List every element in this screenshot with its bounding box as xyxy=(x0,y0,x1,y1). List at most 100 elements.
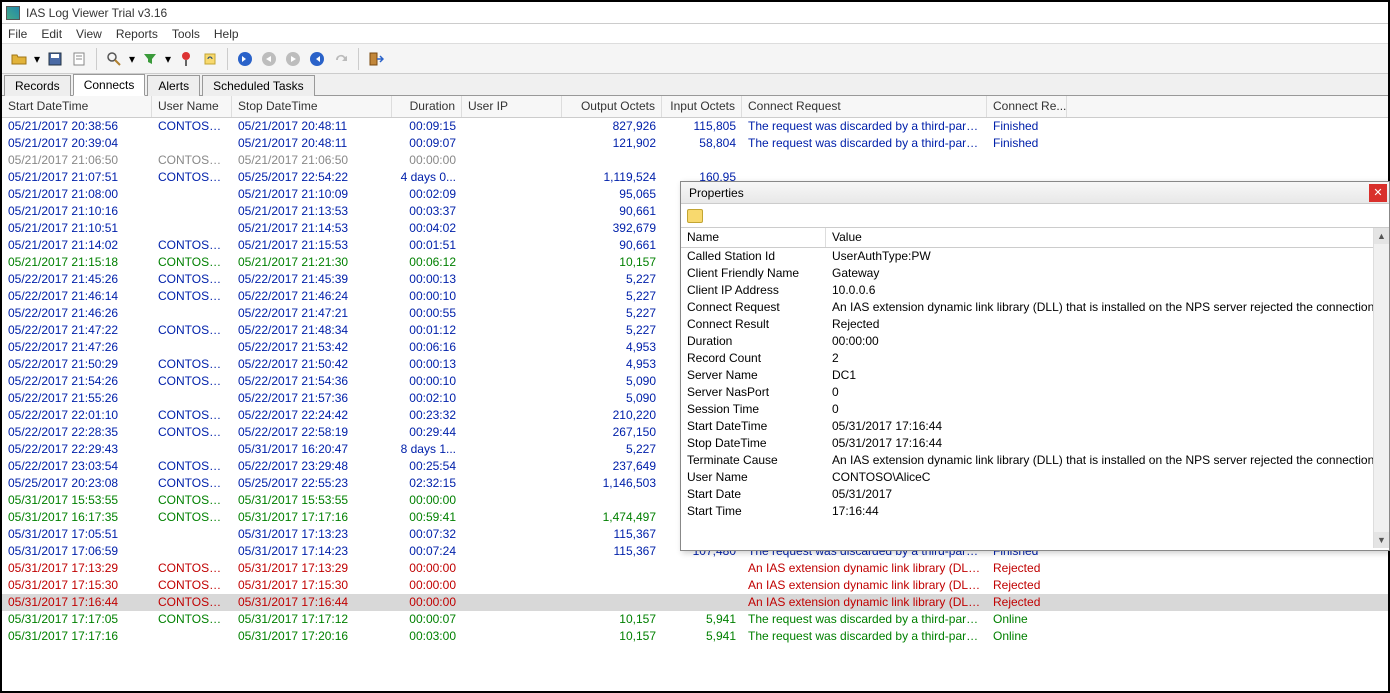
prop-col-value[interactable]: Value xyxy=(826,228,1389,247)
col-header[interactable]: Start DateTime xyxy=(2,96,152,117)
search-icon[interactable] xyxy=(103,48,125,70)
property-row[interactable]: Connect ResultRejected xyxy=(681,316,1389,333)
table-row[interactable]: 05/21/2017 20:38:56CONTOSO\AliceC05/21/2… xyxy=(2,118,1388,135)
refresh-icon[interactable] xyxy=(199,48,221,70)
tab-records[interactable]: Records xyxy=(4,75,71,96)
redo-icon[interactable] xyxy=(330,48,352,70)
menu-view[interactable]: View xyxy=(76,27,102,41)
save-icon[interactable] xyxy=(44,48,66,70)
cell xyxy=(462,288,562,305)
property-name: Duration xyxy=(681,333,826,350)
property-row[interactable]: Start DateTime05/31/2017 17:16:44 xyxy=(681,418,1389,435)
cell: Finished xyxy=(987,135,1067,152)
property-row[interactable]: Start Date05/31/2017 xyxy=(681,486,1389,503)
cell: 1,474,497 xyxy=(562,509,662,526)
menu-file[interactable]: File xyxy=(8,27,27,41)
menu-tools[interactable]: Tools xyxy=(172,27,200,41)
cell xyxy=(462,254,562,271)
cell: 05/21/2017 21:07:51 xyxy=(2,169,152,186)
prev-icon[interactable] xyxy=(258,48,280,70)
property-name: Called Station Id xyxy=(681,248,826,265)
cell: CONTOSO\AliceC xyxy=(152,492,232,509)
properties-titlebar[interactable]: Properties ✕ xyxy=(681,182,1389,204)
next-icon[interactable] xyxy=(282,48,304,70)
col-header[interactable]: Stop DateTime xyxy=(232,96,392,117)
cell: Rejected xyxy=(987,594,1067,611)
cell: 05/22/2017 22:29:43 xyxy=(2,441,152,458)
property-row[interactable]: Stop DateTime05/31/2017 17:16:44 xyxy=(681,435,1389,452)
cell: 05/21/2017 20:48:11 xyxy=(232,118,392,135)
col-header[interactable]: Connect Re... xyxy=(987,96,1067,117)
filter-dropdown[interactable]: ▾ xyxy=(163,52,173,66)
property-name: Session Time xyxy=(681,401,826,418)
categorize-icon[interactable] xyxy=(687,209,703,223)
table-row[interactable]: 05/31/2017 17:13:29CONTOSO\AliceC05/31/2… xyxy=(2,560,1388,577)
close-icon[interactable]: ✕ xyxy=(1369,184,1387,202)
menu-help[interactable]: Help xyxy=(214,27,239,41)
open-dropdown[interactable]: ▾ xyxy=(32,52,42,66)
table-row[interactable]: 05/31/2017 17:15:30CONTOSO\AliceC05/31/2… xyxy=(2,577,1388,594)
cell: 05/25/2017 22:55:23 xyxy=(232,475,392,492)
cell: 05/31/2017 17:14:23 xyxy=(232,543,392,560)
table-row[interactable]: 05/21/2017 20:39:0405/21/2017 20:48:1100… xyxy=(2,135,1388,152)
col-header[interactable]: User Name xyxy=(152,96,232,117)
scroll-up-icon[interactable]: ▲ xyxy=(1374,228,1389,244)
prop-col-name[interactable]: Name xyxy=(681,228,826,247)
property-row[interactable]: Terminate CauseAn IAS extension dynamic … xyxy=(681,452,1389,469)
pin-icon[interactable] xyxy=(175,48,197,70)
cell: CONTOSO\AliceC xyxy=(152,237,232,254)
last-icon[interactable] xyxy=(306,48,328,70)
menu-reports[interactable]: Reports xyxy=(116,27,158,41)
cell: 392,679 xyxy=(562,220,662,237)
property-row[interactable]: Client Friendly NameGateway xyxy=(681,265,1389,282)
open-icon[interactable] xyxy=(8,48,30,70)
first-icon[interactable] xyxy=(234,48,256,70)
cell: 05/22/2017 21:53:42 xyxy=(232,339,392,356)
property-row[interactable]: Connect RequestAn IAS extension dynamic … xyxy=(681,299,1389,316)
col-header[interactable]: Connect Request xyxy=(742,96,987,117)
property-row[interactable]: Server NameDC1 xyxy=(681,367,1389,384)
properties-scrollbar[interactable]: ▲ ▼ xyxy=(1373,228,1389,548)
cell: 05/21/2017 21:06:50 xyxy=(232,152,392,169)
table-row[interactable]: 05/31/2017 17:17:05CONTOSO\AliceC05/31/2… xyxy=(2,611,1388,628)
property-row[interactable]: User NameCONTOSO\AliceC xyxy=(681,469,1389,486)
cell xyxy=(152,543,232,560)
col-header[interactable]: User IP xyxy=(462,96,562,117)
property-value: 0 xyxy=(826,384,1389,401)
scroll-down-icon[interactable]: ▼ xyxy=(1374,532,1389,548)
exit-icon[interactable] xyxy=(365,48,387,70)
tab-alerts[interactable]: Alerts xyxy=(147,75,200,96)
cell: 05/22/2017 21:46:24 xyxy=(232,288,392,305)
col-header[interactable]: Input Octets xyxy=(662,96,742,117)
col-header[interactable]: Output Octets xyxy=(562,96,662,117)
cell: 00:00:00 xyxy=(392,594,462,611)
cell: 05/22/2017 21:45:26 xyxy=(2,271,152,288)
property-row[interactable]: Duration00:00:00 xyxy=(681,333,1389,350)
tab-connects[interactable]: Connects xyxy=(73,74,146,96)
report-icon[interactable] xyxy=(68,48,90,70)
table-row[interactable]: 05/31/2017 17:17:1605/31/2017 17:20:1600… xyxy=(2,628,1388,645)
property-row[interactable]: Start Time17:16:44 xyxy=(681,503,1389,520)
properties-rows[interactable]: Called Station IdUserAuthType:PWClient F… xyxy=(681,248,1389,528)
search-dropdown[interactable]: ▾ xyxy=(127,52,137,66)
cell xyxy=(462,339,562,356)
property-row[interactable]: Server NasPort0 xyxy=(681,384,1389,401)
cell: 05/22/2017 21:50:42 xyxy=(232,356,392,373)
cell xyxy=(462,356,562,373)
cell: CONTOSO\AliceC xyxy=(152,407,232,424)
cell: CONTOSO\AliceC xyxy=(152,611,232,628)
property-row[interactable]: Client IP Address10.0.0.6 xyxy=(681,282,1389,299)
table-row[interactable]: 05/31/2017 17:16:44CONTOSO\AliceC05/31/2… xyxy=(2,594,1388,611)
table-row[interactable]: 05/21/2017 21:06:50CONTOSO\AliceC05/21/2… xyxy=(2,152,1388,169)
tab-scheduled-tasks[interactable]: Scheduled Tasks xyxy=(202,75,315,96)
col-header[interactable]: Duration xyxy=(392,96,462,117)
filter-icon[interactable] xyxy=(139,48,161,70)
properties-toolbar xyxy=(681,204,1389,228)
cell: CONTOSO\AliceC xyxy=(152,560,232,577)
property-row[interactable]: Session Time0 xyxy=(681,401,1389,418)
cell: 5,090 xyxy=(562,390,662,407)
menu-edit[interactable]: Edit xyxy=(41,27,62,41)
cell: 00:06:16 xyxy=(392,339,462,356)
property-row[interactable]: Record Count2 xyxy=(681,350,1389,367)
property-row[interactable]: Called Station IdUserAuthType:PW xyxy=(681,248,1389,265)
